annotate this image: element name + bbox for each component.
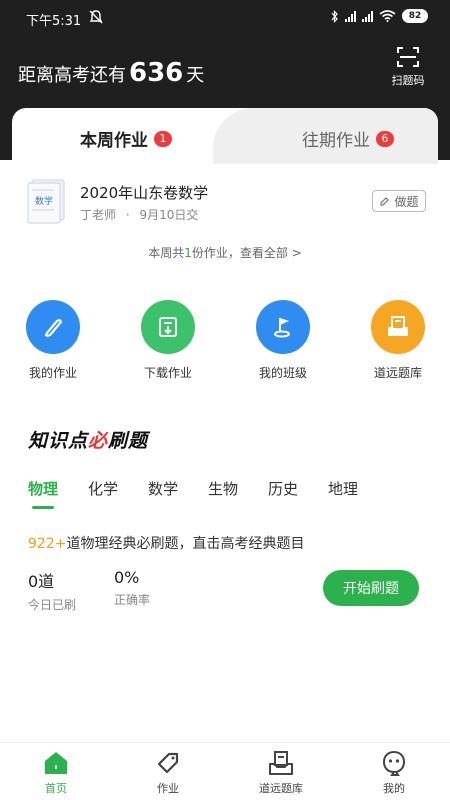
- subject-label: 生物: [208, 480, 239, 498]
- title-part: 知识点: [28, 430, 89, 452]
- home-icon: [45, 752, 67, 774]
- quick-actions: 我的作业 下载作业 我的班级 道远题库: [0, 300, 450, 390]
- do-label: 做题: [394, 194, 419, 209]
- homework-due: 9月10日交: [139, 208, 199, 222]
- my-homework-icon: [26, 300, 80, 354]
- my-class-icon: [256, 300, 310, 354]
- scan-icon: [397, 47, 419, 67]
- exam-countdown: 距离高考还有 636 天: [18, 58, 204, 88]
- status-time: 下午5:31: [26, 14, 82, 29]
- nav-homework[interactable]: 作业: [133, 749, 203, 796]
- countdown-suffix: 天: [186, 65, 205, 86]
- title-part: 刷题: [108, 430, 149, 452]
- summary-prefix: 本周共: [148, 246, 185, 260]
- homework-teacher: 丁老师: [80, 208, 117, 222]
- quick-question-bank[interactable]: 道远题库: [358, 300, 438, 381]
- quick-label: 我的作业: [28, 366, 77, 380]
- knowledge-section-title: 知识点必刷题: [28, 426, 148, 453]
- nav-profile[interactable]: 我的: [359, 749, 429, 796]
- subject-tab-chemistry[interactable]: 化学: [88, 478, 148, 499]
- subject-tab-geography[interactable]: 地理: [328, 478, 388, 499]
- math-book-icon: 数学: [27, 179, 65, 224]
- accuracy-value: 0%: [114, 568, 140, 587]
- download-homework-icon: [141, 300, 195, 354]
- scan-button[interactable]: 扫题码: [386, 46, 430, 88]
- wifi-icon: [379, 10, 396, 22]
- homework-title: 2020年山东卷数学: [80, 184, 209, 202]
- tab-label: 本周作业: [80, 131, 148, 151]
- tab-badge: 6: [376, 130, 394, 147]
- title-part-highlight: 必: [88, 430, 109, 452]
- today-value: 0道: [28, 572, 55, 591]
- bluetooth-icon: [331, 9, 338, 23]
- quick-label: 我的班级: [258, 366, 307, 380]
- active-indicator: [32, 506, 54, 509]
- subject-tab-physics[interactable]: 物理: [28, 478, 88, 509]
- subject-tab-math[interactable]: 数学: [148, 478, 208, 499]
- homework-tabs: 本周作业 1 往期作业 6: [12, 108, 438, 164]
- meta-separator: ·: [125, 208, 130, 222]
- mute-icon: [89, 10, 103, 24]
- homework-meta: 丁老师 · 9月10日交: [80, 206, 198, 223]
- tab-this-week[interactable]: 本周作业 1: [80, 126, 172, 151]
- subject-tab-biology[interactable]: 生物: [208, 478, 268, 499]
- nav-home[interactable]: 首页: [21, 749, 91, 796]
- subject-label: 化学: [88, 480, 119, 498]
- quick-download-homework[interactable]: 下载作业: [128, 300, 208, 381]
- quick-my-class[interactable]: 我的班级: [243, 300, 323, 381]
- quick-my-homework[interactable]: 我的作业: [13, 300, 93, 381]
- subject-label: 地理: [328, 480, 359, 498]
- signal-icon-2: [362, 10, 373, 22]
- start-practice-button[interactable]: 开始刷题: [323, 570, 419, 606]
- quick-label: 下载作业: [143, 366, 192, 380]
- tab-label: 往期作业: [302, 131, 370, 151]
- accuracy-label: 正确率: [114, 593, 151, 607]
- battery-indicator: 82: [402, 9, 428, 23]
- tab-past[interactable]: 往期作业 6: [302, 126, 394, 151]
- knowledge-description: 922+道物理经典必刷题，直击高考经典题目: [28, 533, 304, 553]
- subject-label: 历史: [268, 480, 299, 498]
- nav-label: 道远题库: [259, 782, 303, 795]
- nav-label: 我的: [383, 782, 405, 795]
- question-bank-icon: [269, 751, 293, 775]
- scan-label: 扫题码: [391, 74, 425, 87]
- tab-badge: 1: [154, 130, 172, 147]
- countdown-prefix: 距离高考还有: [18, 65, 126, 86]
- svg-text:数学: 数学: [35, 195, 53, 207]
- profile-icon: [382, 750, 406, 776]
- subject-tabs: 物理 化学 数学 生物 历史 地理: [28, 478, 388, 509]
- status-bar: 下午5:31 82: [0, 0, 450, 36]
- question-count: 922+: [28, 536, 67, 552]
- tag-icon: [157, 752, 179, 774]
- summary-suffix: 份作业，查看全部 >: [191, 246, 302, 260]
- subject-label: 物理: [28, 480, 59, 498]
- signal-icon: [345, 10, 356, 22]
- today-stat: 0道 今日已刷: [28, 568, 76, 613]
- summary-count: 1: [184, 246, 192, 260]
- homework-item[interactable]: 数学 2020年山东卷数学 丁老师 · 9月10日交 做题: [12, 178, 438, 232]
- subject-tab-history[interactable]: 历史: [268, 478, 328, 499]
- countdown-days: 636: [129, 58, 184, 88]
- subject-label: 数学: [148, 480, 179, 498]
- nav-label: 作业: [157, 782, 179, 795]
- today-label: 今日已刷: [28, 598, 77, 612]
- question-bank-icon: [371, 300, 425, 354]
- pencil-tag-icon: [380, 197, 390, 206]
- description-text: 道物理经典必刷题，直击高考经典题目: [66, 536, 305, 552]
- nav-question-bank[interactable]: 道远题库: [246, 749, 316, 796]
- accuracy-stat: 0% 正确率: [114, 568, 150, 608]
- nav-label: 首页: [45, 782, 67, 795]
- bottom-navigation: 首页 作业 道远题库 我的: [0, 742, 450, 800]
- quick-label: 道远题库: [373, 366, 422, 380]
- homework-summary-link[interactable]: 本周共1份作业，查看全部 >: [12, 244, 438, 261]
- do-homework-button[interactable]: 做题: [372, 190, 426, 212]
